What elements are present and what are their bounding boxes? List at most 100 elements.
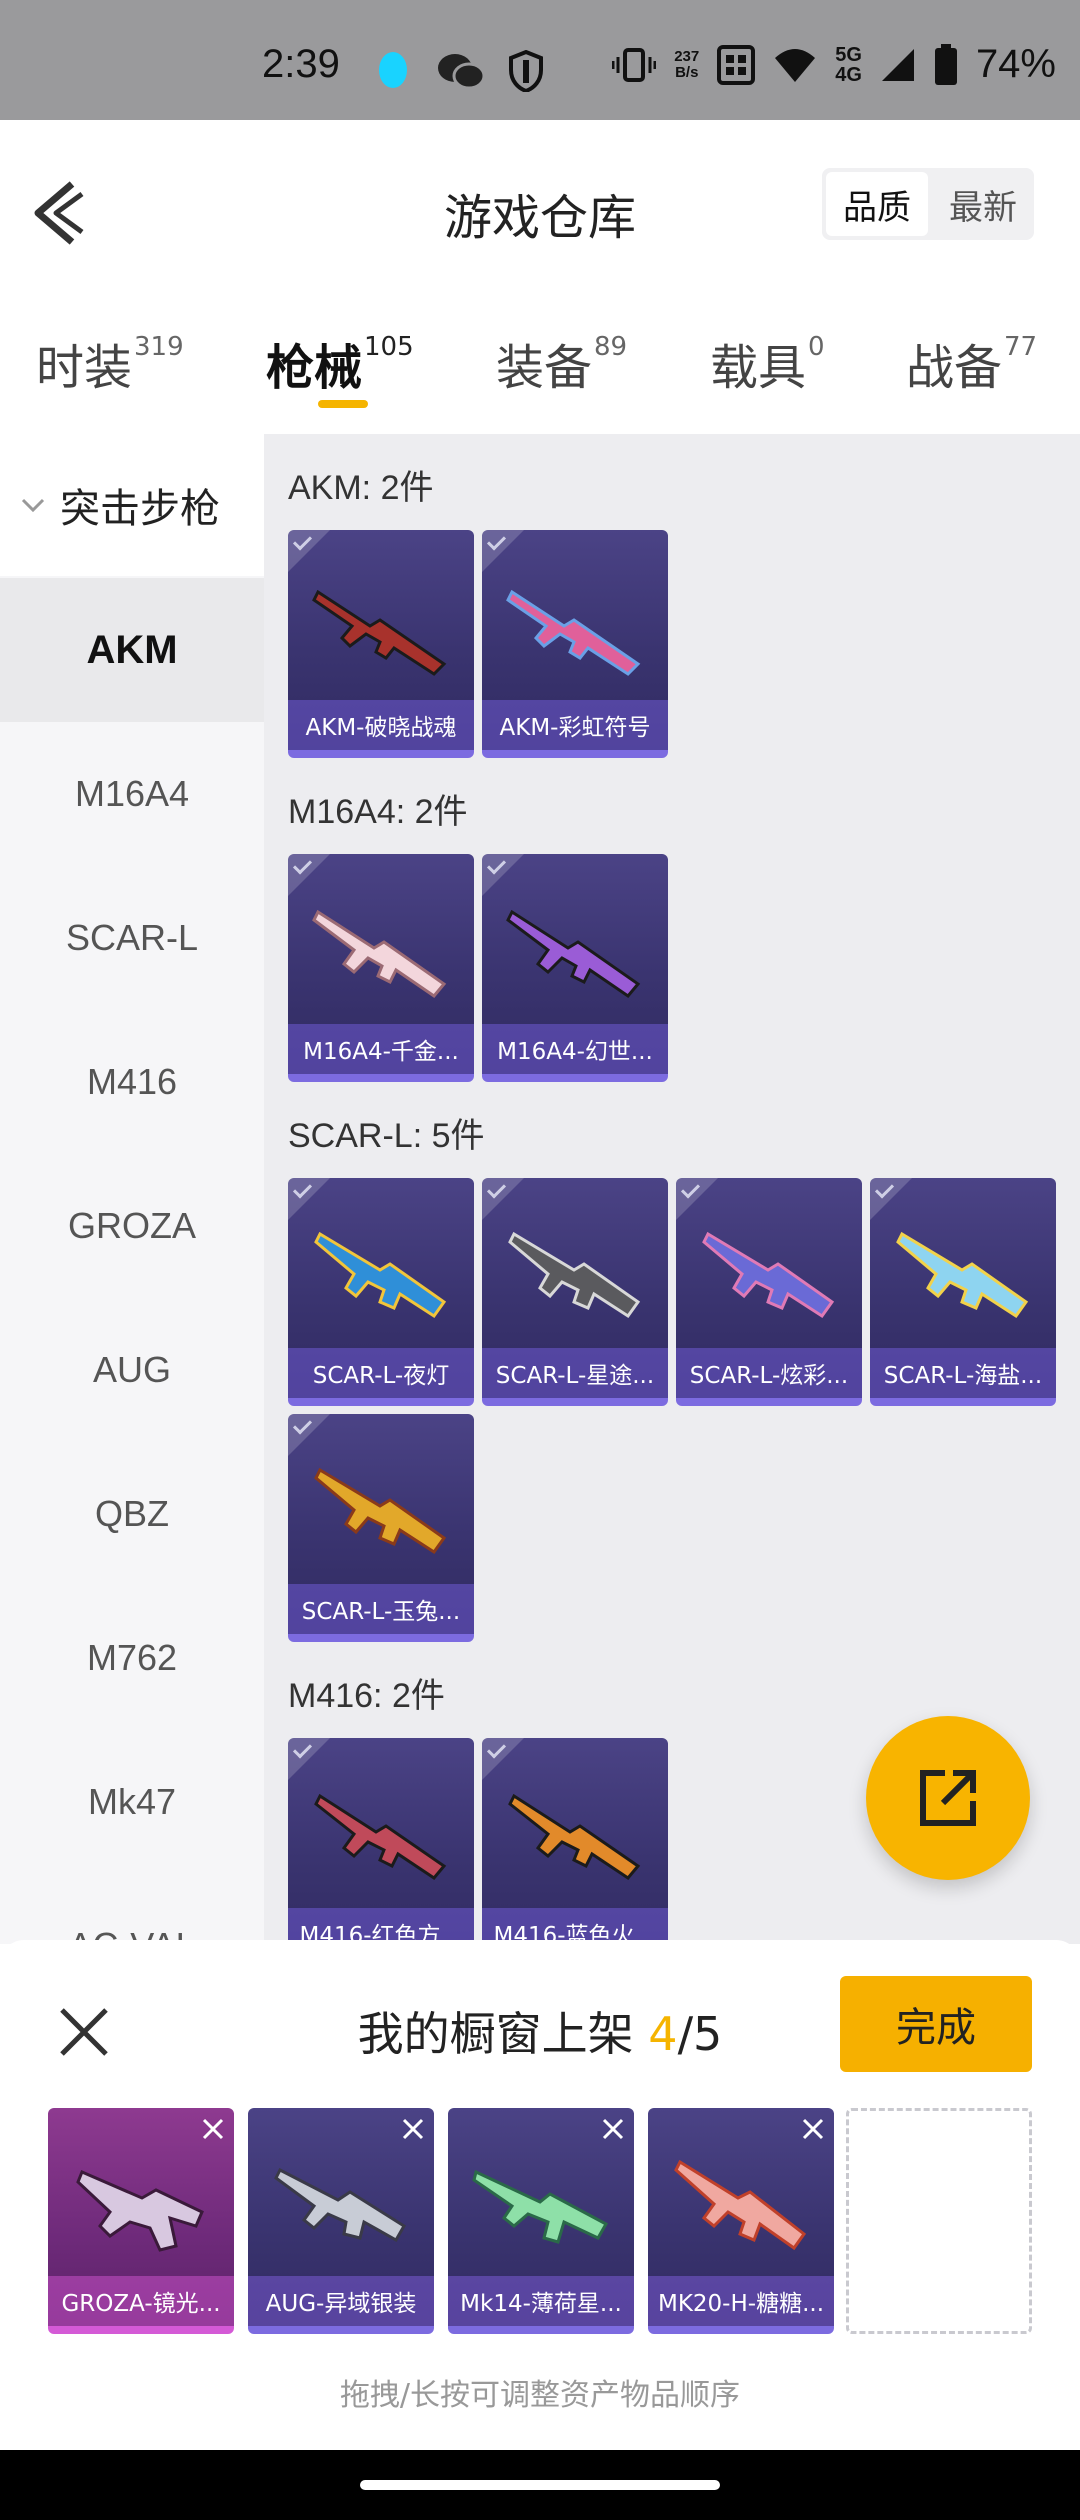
slot-label: AUG-异域银装: [248, 2276, 434, 2326]
battery-icon: [934, 43, 957, 85]
item-label: SCAR-L-海盐...: [870, 1348, 1056, 1398]
home-handle[interactable]: [360, 2480, 720, 2490]
item-card[interactable]: M416-红色方...: [288, 1738, 474, 1944]
reorder-hint: 拖拽/长按可调整资产物品顺序: [339, 2378, 741, 2413]
showcase-slot[interactable]: MK20-H-糖糖...: [648, 2108, 834, 2334]
rifle-icon: [76, 2170, 204, 2252]
item-card[interactable]: M416-蓝色火...: [482, 1738, 668, 1944]
sidebar-item-m416[interactable]: M416: [0, 1010, 264, 1154]
item-label: M416-红色方...: [288, 1908, 474, 1944]
remove-icon[interactable]: [800, 2116, 826, 2142]
rifle-icon: [312, 589, 447, 676]
item-card[interactable]: SCAR-L-夜灯: [288, 1178, 474, 1406]
rifle-icon: [312, 909, 447, 999]
item-card[interactable]: AKM-破晓战魂: [288, 530, 474, 758]
item-card[interactable]: SCAR-L-星途...: [482, 1178, 668, 1406]
sidebar-category-label: 突击步枪: [60, 486, 220, 532]
item-card[interactable]: AKM-彩虹符号: [482, 530, 668, 758]
shield-icon: [509, 50, 543, 92]
sort-quality-button[interactable]: 品质: [826, 172, 928, 236]
rifle-icon: [674, 2159, 807, 2251]
rifle-icon: [314, 1793, 447, 1880]
done-button[interactable]: 完成: [840, 1976, 1032, 2072]
slot-label: Mk14-薄荷星...: [448, 2276, 634, 2326]
rifle-icon: [896, 1231, 1029, 1319]
slot-label: MK20-H-糖糖...: [648, 2276, 834, 2326]
remove-icon[interactable]: [600, 2116, 626, 2142]
item-card[interactable]: M16A4-千金...: [288, 854, 474, 1082]
status-bar: 2:39 237 B/s 5G 4G 74%: [0, 0, 1080, 120]
tab-supplies[interactable]: 战备77: [906, 328, 1037, 398]
tab-fashion[interactable]: 时装319: [36, 328, 184, 398]
battery-level: 74%: [975, 42, 1056, 86]
wifi-icon: [775, 48, 816, 82]
sidebar-item-aug[interactable]: AUG: [0, 1298, 264, 1442]
system-nav-bar: [0, 2450, 1080, 2520]
item-label: AKM-破晓战魂: [288, 700, 474, 750]
item-label: SCAR-L-夜灯: [288, 1348, 474, 1398]
slot-label: GROZA-镜光...: [48, 2276, 234, 2326]
empty-slot[interactable]: [846, 2108, 1032, 2334]
tab-equipment[interactable]: 装备89: [496, 328, 627, 398]
item-card[interactable]: SCAR-L-炫彩...: [676, 1178, 862, 1406]
tab-guns[interactable]: 枪械105: [266, 328, 414, 398]
tab-vehicles[interactable]: 载具0: [710, 328, 825, 398]
rifle-icon: [472, 2169, 609, 2244]
group-title-akm: AKM: 2件: [288, 469, 434, 507]
group-title-scar-l: SCAR-L: 5件: [288, 1117, 485, 1155]
vibrate-icon: [612, 47, 657, 82]
remove-icon[interactable]: [400, 2116, 426, 2142]
group-title-m16a4: M16A4: 2件: [288, 793, 468, 831]
header: 游戏仓库 品质 最新: [0, 120, 1080, 290]
showcase-slot[interactable]: Mk14-薄荷星...: [448, 2108, 634, 2334]
group-title-m416: M416: 2件: [288, 1677, 445, 1715]
sidebar-item-groza[interactable]: GROZA: [0, 1154, 264, 1298]
showcase-sheet: 我的橱窗上架 4/5 完成 GROZA-镜光... AUG-异域银装 Mk14-…: [0, 1940, 1080, 2450]
showcase-slot[interactable]: GROZA-镜光...: [48, 2108, 234, 2334]
qq-icon: [379, 52, 407, 88]
item-label: SCAR-L-星途...: [482, 1348, 668, 1398]
sidebar-item-akm[interactable]: AKM: [0, 578, 264, 722]
category-tabs: 时装319 枪械105 装备89 载具0 战备77: [0, 310, 1080, 430]
item-label: M16A4-幻世...: [482, 1024, 668, 1074]
sidebar-item-qbz[interactable]: QBZ: [0, 1442, 264, 1586]
item-card[interactable]: M16A4-幻世...: [482, 854, 668, 1082]
sidebar-item-m16a4[interactable]: M16A4: [0, 722, 264, 866]
sort-toggle: 品质 最新: [822, 168, 1034, 240]
rifle-icon: [702, 1231, 835, 1319]
sim-icon: [717, 44, 756, 85]
item-label: M416-蓝色火...: [482, 1908, 668, 1944]
item-label: SCAR-L-炫彩...: [676, 1348, 862, 1398]
item-label: SCAR-L-玉兔...: [288, 1584, 474, 1634]
item-label: M16A4-千金...: [288, 1024, 474, 1074]
showcase-slot[interactable]: AUG-异域银装: [248, 2108, 434, 2334]
wechat-icon: [438, 54, 486, 90]
net-speed: 237 B/s: [674, 47, 700, 81]
showcase-count: 4: [648, 2007, 678, 2061]
rifle-icon: [274, 2167, 407, 2243]
item-label: AKM-彩虹符号: [482, 700, 668, 750]
tab-indicator: [318, 400, 368, 408]
sidebar-item-scar-l[interactable]: SCAR-L: [0, 866, 264, 1010]
chevron-down-icon: [21, 498, 45, 513]
sidebar-item-mk47[interactable]: Mk47: [0, 1730, 264, 1874]
remove-icon[interactable]: [200, 2116, 226, 2142]
rifle-icon: [508, 1793, 641, 1880]
item-card[interactable]: SCAR-L-玉兔...: [288, 1414, 474, 1642]
weapon-sidebar: 突击步枪 AKM M16A4 SCAR-L M416 GROZA AUG QBZ…: [0, 434, 264, 1944]
status-time: 2:39: [262, 42, 340, 86]
item-card[interactable]: SCAR-L-海盐...: [870, 1178, 1056, 1406]
rifle-icon: [314, 1467, 447, 1555]
sidebar-item-m762[interactable]: M762: [0, 1586, 264, 1730]
rifle-icon: [508, 1231, 641, 1319]
signal-icon: [881, 48, 914, 81]
rifle-icon: [506, 909, 641, 999]
network-type: 5G 4G: [835, 43, 862, 86]
share-button[interactable]: [866, 1716, 1030, 1880]
status-right: 237 B/s 5G 4G 74%: [612, 42, 1056, 87]
rifle-icon: [314, 1231, 447, 1319]
sidebar-item-ac-val[interactable]: AC-VAL: [0, 1874, 264, 1944]
sort-newest-button[interactable]: 最新: [932, 168, 1034, 240]
rifle-icon: [506, 589, 641, 676]
sidebar-category[interactable]: 突击步枪: [0, 434, 264, 576]
